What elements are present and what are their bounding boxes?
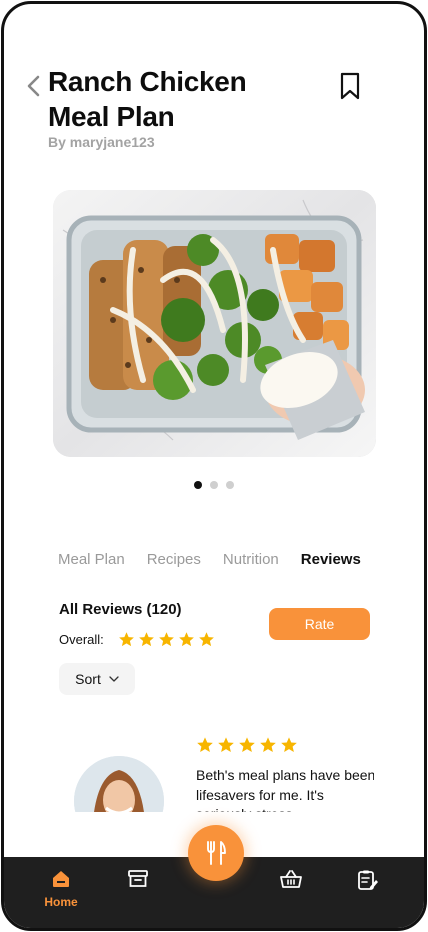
star-icon [118,632,134,647]
carousel-dot[interactable] [226,481,234,489]
star-icon [218,737,234,753]
fork-knife-icon [207,841,226,865]
star-icon [178,632,194,647]
clipboard-edit-icon [358,870,378,890]
review-card: Beth's meal plans have been lifesavers f… [74,734,374,812]
back-button[interactable] [24,74,46,98]
star-icon [138,632,154,647]
sort-label: Sort [75,671,101,687]
tab-bar: Meal Plan Recipes Nutrition Reviews [58,546,378,572]
overall-stars [118,631,215,648]
nav-home[interactable]: Home [41,869,81,919]
bookmark-icon [340,72,360,100]
carousel-dot[interactable] [210,481,218,489]
nav-notes[interactable] [348,869,388,919]
reviewer-photo [74,756,164,812]
review-stars [196,736,298,754]
home-icon [53,871,69,887]
nav-meals-fab[interactable] [188,825,244,881]
header: Ranch Chicken Meal Plan By maryjane123 [24,64,404,164]
author-label: By maryjane123 [48,134,155,150]
star-icon [239,737,255,753]
review-text: Beth's meal plans have been lifesavers f… [196,767,374,812]
sort-dropdown[interactable]: Sort [59,663,135,695]
overall-rating: Overall: [59,631,215,648]
tab-nutrition[interactable]: Nutrition [223,551,279,568]
star-icon [197,737,213,753]
star-icon [158,632,174,647]
basket-icon [280,870,302,888]
chevron-down-icon [109,676,119,682]
nav-archive[interactable] [118,869,158,919]
star-icon [260,737,276,753]
tab-reviews[interactable]: Reviews [301,551,361,568]
nav-basket[interactable] [271,869,311,919]
avatar [74,756,164,812]
tab-meal-plan[interactable]: Meal Plan [58,551,125,568]
meal-photo[interactable] [53,190,376,457]
chevron-left-icon [27,75,40,97]
carousel-dots [194,481,234,491]
reviews-heading: All Reviews (120) [59,601,182,618]
tab-recipes[interactable]: Recipes [147,551,201,568]
page-title: Ranch Chicken Meal Plan [48,66,247,132]
rate-button[interactable]: Rate [269,608,370,640]
bookmark-button[interactable] [338,71,362,101]
phone-frame: Ranch Chicken Meal Plan By maryjane123 M… [1,1,427,931]
star-icon [281,737,297,753]
meal-photo-illustration [53,190,376,457]
archive-icon [128,870,148,887]
star-icon [198,632,214,647]
nav-home-label: Home [44,895,78,909]
overall-label: Overall: [59,632,104,647]
carousel-dot[interactable] [194,481,202,489]
